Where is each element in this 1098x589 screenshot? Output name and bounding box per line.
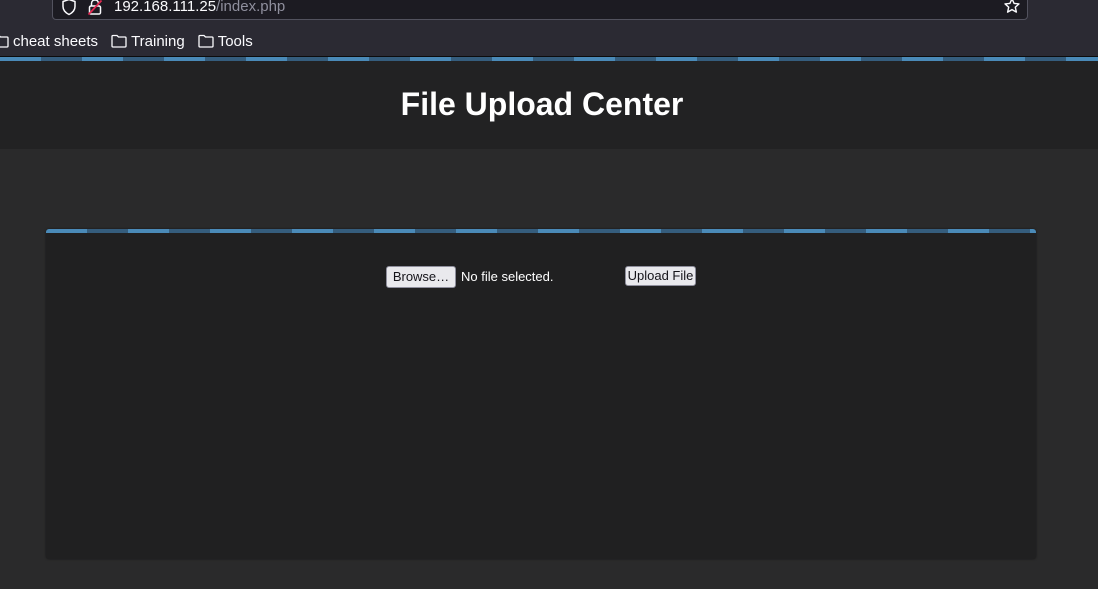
bookmark-label: Training: [131, 32, 185, 50]
url-text[interactable]: 192.168.111.25/index.php: [114, 0, 285, 17]
lock-broken-icon[interactable]: [87, 0, 103, 16]
shield-icon[interactable]: [61, 0, 77, 16]
upload-panel: Browse… No file selected. Upload File: [46, 229, 1036, 559]
folder-icon: [111, 34, 127, 48]
url-host: 192.168.111.25: [114, 0, 217, 15]
folder-icon: [198, 34, 214, 48]
bookmark-tools[interactable]: Tools: [198, 33, 253, 50]
url-path: /index.php: [216, 0, 286, 15]
bookmark-label: cheat sheets: [13, 32, 99, 50]
browse-button[interactable]: Browse…: [386, 266, 456, 288]
page-title: File Upload Center: [400, 86, 684, 122]
star-icon[interactable]: [1003, 0, 1021, 15]
browser-chrome: 192.168.111.25/index.php cheat sheets Tr…: [0, 0, 1098, 57]
bookmarks-toolbar: cheat sheets Training Tools: [0, 30, 266, 52]
bookmark-cheat-sheets[interactable]: cheat sheets: [0, 33, 98, 50]
page-header: File Upload Center: [0, 61, 1098, 149]
folder-icon: [0, 35, 9, 48]
bookmark-label: Tools: [217, 32, 253, 50]
file-status: No file selected.: [461, 269, 554, 284]
bookmark-training[interactable]: Training: [111, 33, 185, 50]
upload-file-button[interactable]: Upload File: [625, 266, 696, 286]
panel-stripe: [46, 229, 1036, 233]
address-bar[interactable]: 192.168.111.25/index.php: [52, 0, 1028, 20]
